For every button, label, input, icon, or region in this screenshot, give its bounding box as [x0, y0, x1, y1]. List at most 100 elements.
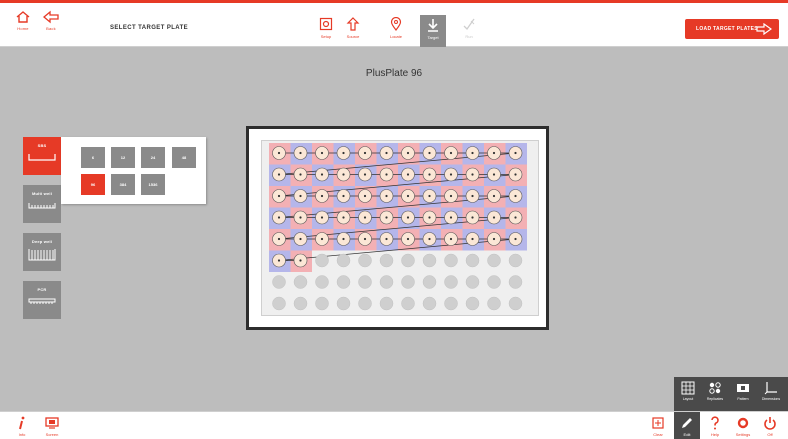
well-center-dot: [277, 237, 281, 241]
tool-dimensions[interactable]: Dimensions: [758, 381, 784, 401]
well-empty[interactable]: [444, 253, 458, 268]
well-empty[interactable]: [401, 296, 415, 311]
plate-type-label: Multi well: [32, 191, 52, 196]
power-off-button[interactable]: Off: [757, 416, 783, 437]
format-384-button[interactable]: 384: [111, 174, 135, 195]
workflow-step-label: Target: [427, 35, 439, 40]
format-1536-button[interactable]: 1536: [141, 174, 165, 195]
well-center-dot: [471, 216, 474, 219]
well-empty[interactable]: [508, 296, 523, 311]
plate-type-label: Deep well: [31, 239, 53, 244]
screen-title: SELECT TARGET PLATE: [110, 25, 189, 31]
workflow-step-setup[interactable]: Setup: [313, 14, 339, 47]
plate-type-sbs[interactable]: SBS: [23, 137, 61, 175]
well-grid[interactable]: [262, 141, 540, 317]
well-empty[interactable]: [358, 296, 372, 311]
back-label: Back: [46, 26, 56, 31]
info-label: Info: [18, 432, 26, 437]
workflow-step-source[interactable]: Source: [340, 14, 366, 47]
well-center-dot: [342, 216, 345, 219]
well-empty[interactable]: [293, 296, 308, 311]
plate-type-deep-well[interactable]: Deep well: [23, 233, 61, 271]
well-empty[interactable]: [358, 253, 372, 268]
tool-layout[interactable]: Layout: [675, 381, 701, 401]
clear-button[interactable]: Clear: [645, 416, 671, 437]
well-center-dot: [363, 151, 367, 155]
well-empty[interactable]: [465, 275, 480, 289]
well-empty[interactable]: [465, 253, 480, 268]
tool-label: Layout: [682, 397, 694, 401]
well-empty[interactable]: [379, 275, 394, 289]
well-center-dot: [428, 237, 431, 241]
well-empty[interactable]: [422, 275, 437, 289]
well-empty[interactable]: [336, 253, 351, 268]
format-96-button[interactable]: 96: [81, 174, 105, 195]
well-empty[interactable]: [487, 253, 501, 268]
well-empty[interactable]: [379, 253, 394, 268]
well-empty[interactable]: [422, 296, 437, 311]
back-button[interactable]: Back: [38, 10, 64, 31]
top-bar: Home Back SELECT TARGET PLATE Setup Sour…: [0, 0, 788, 47]
pcr-plate-icon: [28, 298, 56, 304]
well-empty[interactable]: [487, 296, 501, 311]
plate-type-label: SBS: [37, 143, 47, 148]
format-12-button[interactable]: 12: [111, 147, 135, 168]
well-center-dot: [406, 194, 410, 198]
well-center-dot: [492, 151, 496, 155]
settings-button[interactable]: Settings: [730, 416, 756, 437]
well-empty[interactable]: [336, 296, 351, 311]
help-button[interactable]: Help: [702, 416, 728, 437]
info-button[interactable]: Info: [9, 416, 35, 437]
plate-type-multi-well[interactable]: Multi well: [23, 185, 61, 223]
plate-type-pcr[interactable]: PCR: [23, 281, 61, 319]
format-24-button[interactable]: 24: [141, 147, 165, 168]
plate-name: PlusPlate 96: [365, 68, 423, 79]
well-empty[interactable]: [444, 275, 458, 289]
well-center-dot: [277, 173, 281, 176]
home-button[interactable]: Home: [10, 10, 36, 31]
well-empty[interactable]: [487, 275, 501, 289]
well-empty[interactable]: [444, 296, 458, 311]
workflow-step-label: Source: [346, 34, 360, 39]
well-center-dot: [277, 151, 281, 155]
well-empty[interactable]: [272, 296, 286, 311]
well-center-dot: [363, 194, 367, 198]
well-center-dot: [385, 194, 388, 198]
tool-pattern[interactable]: Pattern: [730, 381, 756, 401]
plate-well-area[interactable]: [261, 140, 539, 316]
well-center-dot: [320, 151, 324, 155]
well-center-dot: [385, 173, 388, 176]
format-6-button[interactable]: 6: [81, 147, 105, 168]
format-48-button[interactable]: 48: [172, 147, 196, 168]
tool-replicates[interactable]: Replicates: [702, 381, 728, 401]
plate-format-panel: 6 12 24 48 96 384 1536: [61, 137, 206, 204]
well-center-dot: [492, 237, 496, 241]
well-empty[interactable]: [401, 253, 415, 268]
well-empty[interactable]: [465, 296, 480, 311]
well-center-dot: [385, 216, 388, 219]
workflow-step-locate[interactable]: Locate: [383, 14, 409, 47]
well-empty[interactable]: [508, 253, 523, 268]
well-center-dot: [406, 237, 410, 241]
well-empty[interactable]: [401, 275, 415, 289]
well-empty[interactable]: [272, 275, 286, 289]
well-empty[interactable]: [422, 253, 437, 268]
screen-button[interactable]: Screen: [39, 416, 65, 437]
gear-icon: [737, 417, 749, 429]
well-empty[interactable]: [336, 275, 351, 289]
well-center-dot: [277, 259, 281, 262]
well-center-dot: [428, 173, 431, 176]
dimensions-icon: [764, 382, 777, 395]
well-empty[interactable]: [508, 275, 523, 289]
edit-button[interactable]: Edit: [674, 412, 700, 439]
well-empty[interactable]: [379, 296, 394, 311]
well-center-dot: [299, 194, 302, 198]
well-center-dot: [299, 173, 302, 176]
well-empty[interactable]: [358, 275, 372, 289]
well-empty[interactable]: [315, 275, 329, 289]
well-empty[interactable]: [315, 296, 329, 311]
load-target-plates-button[interactable]: LOAD TARGET PLATES: [685, 19, 779, 39]
workflow-step-target[interactable]: Target: [420, 15, 446, 47]
well-empty[interactable]: [315, 253, 329, 268]
well-empty[interactable]: [293, 275, 308, 289]
